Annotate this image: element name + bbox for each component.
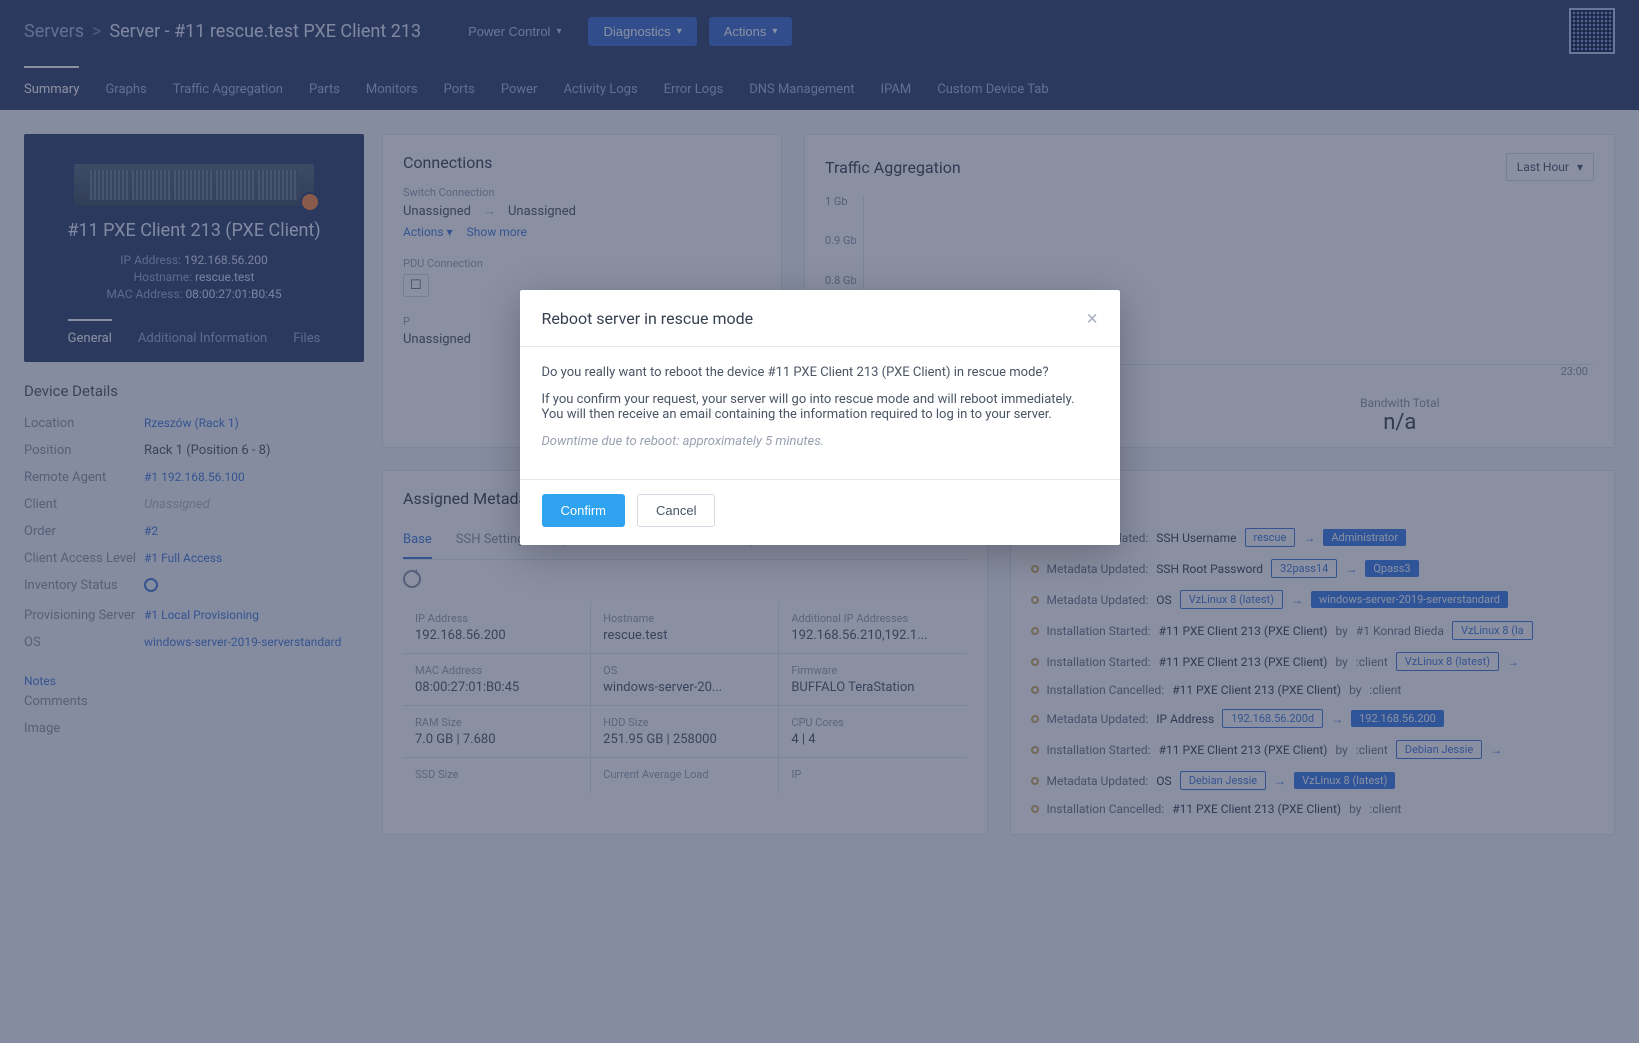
modal-question: Do you really want to reboot the device … (542, 365, 1098, 380)
modal-info: If you confirm your request, your server… (542, 392, 1098, 422)
reboot-rescue-modal: Reboot server in rescue mode × Do you re… (520, 290, 1120, 545)
confirm-button[interactable]: Confirm (542, 494, 626, 527)
modal-downtime: Downtime due to reboot: approximately 5 … (542, 434, 1098, 449)
cancel-button[interactable]: Cancel (637, 494, 715, 527)
close-icon[interactable]: × (1087, 308, 1098, 328)
modal-title: Reboot server in rescue mode (542, 309, 754, 328)
